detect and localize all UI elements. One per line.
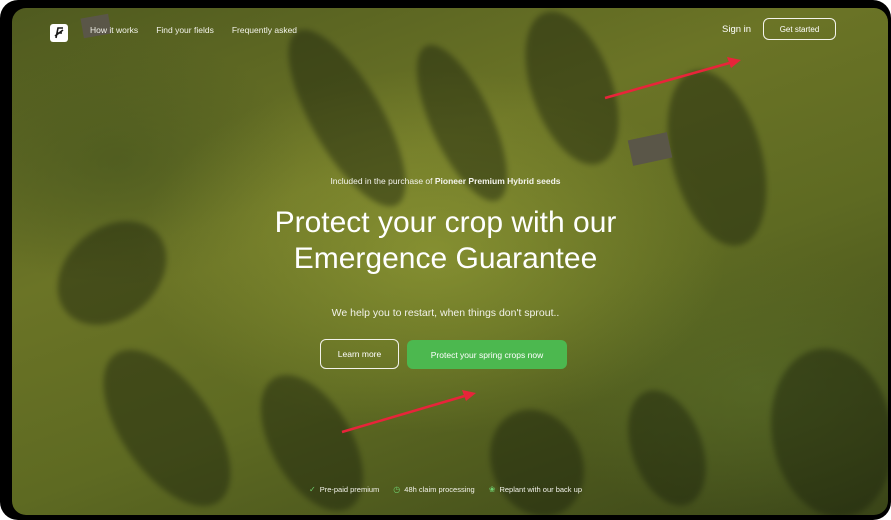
hero-headline: Protect your crop with our Emergence Gua… <box>0 205 891 277</box>
nav-links: How it works Find your fields Frequently… <box>90 25 297 35</box>
feature-label: Pre-paid premium <box>319 485 380 494</box>
feature-list: ✓ Pre-paid premium ◷ 48h claim processin… <box>0 485 891 494</box>
get-started-button[interactable]: Get started <box>763 18 836 40</box>
eyebrow-product: Pioneer Premium Hybrid seeds <box>434 176 561 186</box>
brand-logo-icon[interactable] <box>50 24 68 42</box>
feature-item: ❀ Replant with our back up <box>489 485 582 494</box>
sign-in-link[interactable]: Sign in <box>722 24 751 35</box>
learn-more-button[interactable]: Learn more <box>320 339 399 369</box>
hero-eyebrow: Included in the purchase of Pioneer Prem… <box>0 176 891 186</box>
sprout-icon: ❀ <box>488 485 496 494</box>
nav-link-find-your-fields[interactable]: Find your fields <box>156 25 214 35</box>
feature-item: ◷ 48h claim processing <box>393 485 474 494</box>
protect-crops-button[interactable]: Protect your spring crops now <box>407 340 567 369</box>
clock-icon: ◷ <box>393 485 401 494</box>
nav-link-frequently-asked[interactable]: Frequently asked <box>232 25 297 35</box>
browser-frame: How it works Find your fields Frequently… <box>0 0 891 520</box>
headline-line-2: Emergence Guarantee <box>293 242 598 275</box>
eyebrow-prefix: Included in the purchase of <box>330 176 435 186</box>
top-navigation <box>12 8 888 68</box>
headline-line-1: Protect your crop with our <box>274 206 617 239</box>
check-circle-icon: ✓ <box>308 485 316 494</box>
feature-item: ✓ Pre-paid premium <box>309 485 379 494</box>
nav-link-how-it-works[interactable]: How it works <box>90 25 138 35</box>
barn-roof <box>627 132 673 166</box>
feature-label: Replant with our back up <box>499 485 582 494</box>
feature-label: 48h claim processing <box>404 485 475 494</box>
hero-subhead: We help you to restart, when things don'… <box>331 307 560 319</box>
